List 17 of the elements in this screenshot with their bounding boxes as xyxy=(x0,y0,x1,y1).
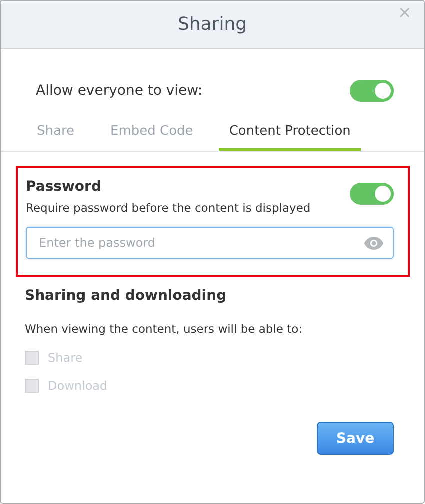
save-button[interactable]: Save xyxy=(317,422,394,455)
close-button[interactable]: × xyxy=(394,3,416,23)
password-description: Require password before the content is displayed xyxy=(26,201,312,215)
password-heading: Password xyxy=(26,179,102,197)
toggle-switch[interactable] xyxy=(350,183,394,205)
allow-view-label: Allow everyone to view: xyxy=(36,83,203,99)
tab[interactable]: Content Protection xyxy=(219,119,361,151)
tab[interactable]: Embed Code xyxy=(100,119,204,151)
dialog-title: Sharing xyxy=(178,14,248,35)
password-field[interactable]: Enter the password xyxy=(26,227,394,259)
eye-icon[interactable] xyxy=(364,237,384,250)
tab[interactable]: Share xyxy=(27,119,85,151)
sharing-heading: Sharing and downloading xyxy=(25,288,227,304)
toggle-switch[interactable] xyxy=(350,80,394,102)
checkbox-label: Download xyxy=(48,379,108,393)
checkbox-label: Share xyxy=(48,351,83,365)
sharing-description: When viewing the content, users will be able to: xyxy=(25,322,304,336)
